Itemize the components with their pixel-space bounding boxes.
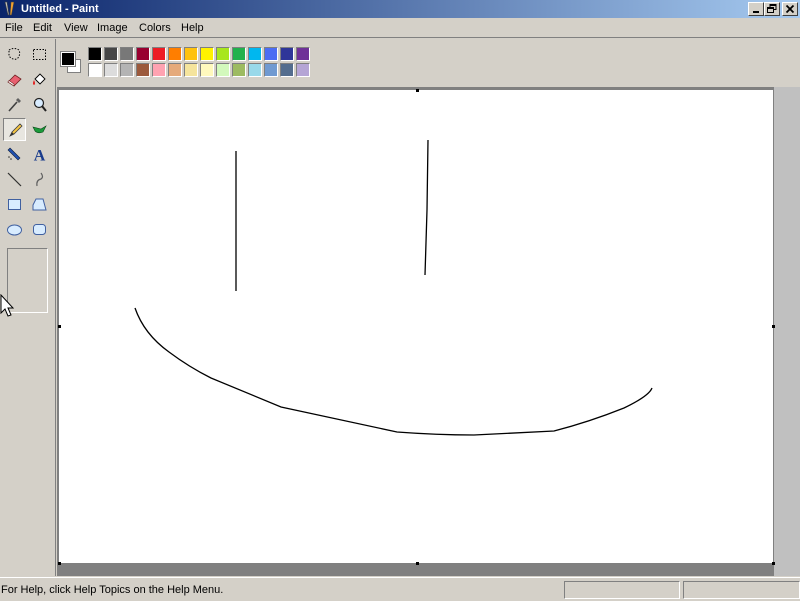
tool-curve[interactable] — [28, 168, 51, 191]
resize-handle-right[interactable] — [772, 325, 775, 328]
drawing — [134, 139, 653, 436]
minimize-icon — [753, 11, 759, 13]
drawing-canvas[interactable] — [59, 90, 773, 563]
status-pane-position — [564, 581, 680, 599]
tool-text[interactable]: A — [28, 143, 51, 166]
resize-handle-bottom-left — [58, 562, 61, 565]
color-swatch[interactable] — [184, 63, 198, 77]
menu-view[interactable]: View — [64, 21, 88, 35]
color-swatch[interactable] — [264, 63, 278, 77]
color-swatch[interactable] — [104, 47, 118, 61]
resize-handle-corner[interactable] — [772, 562, 775, 565]
menu-bar: File Edit View Image Colors Help — [0, 18, 800, 38]
menu-file[interactable]: File — [5, 21, 23, 35]
color-swatch[interactable] — [200, 47, 214, 61]
svg-text:A: A — [34, 148, 46, 164]
smile-stroke — [134, 307, 653, 436]
curve-icon — [36, 172, 44, 187]
color-swatch[interactable] — [136, 63, 150, 77]
color-swatch[interactable] — [216, 47, 230, 61]
close-button[interactable] — [782, 2, 798, 16]
color-swatch[interactable] — [168, 47, 182, 61]
menu-colors[interactable]: Colors — [139, 21, 171, 35]
restore-button[interactable] — [764, 2, 780, 16]
current-colors[interactable] — [57, 47, 85, 75]
color-swatch[interactable] — [296, 63, 310, 77]
free-form-select-icon — [8, 48, 21, 60]
rectangle-icon — [8, 199, 21, 210]
close-icon — [785, 4, 795, 14]
paint-app-icon — [4, 1, 15, 16]
airbrush-icon — [7, 147, 21, 161]
color-swatch[interactable] — [88, 47, 102, 61]
pencil-icon — [9, 123, 23, 137]
color-swatch[interactable] — [168, 63, 182, 77]
line-icon — [7, 172, 22, 187]
magnifier-icon — [33, 97, 47, 112]
color-swatch[interactable] — [104, 63, 118, 77]
color-swatch[interactable] — [264, 47, 278, 61]
select-icon — [33, 49, 46, 60]
ellipse-icon — [7, 224, 22, 236]
color-swatch[interactable] — [152, 63, 166, 77]
color-swatch[interactable] — [232, 63, 246, 77]
color-swatch[interactable] — [248, 47, 262, 61]
restore-icon — [767, 4, 777, 13]
resize-handle-bottom[interactable] — [416, 562, 419, 565]
tool-rectangle[interactable] — [3, 193, 26, 216]
tool-fill-with-color[interactable] — [28, 68, 51, 91]
color-swatch[interactable] — [200, 63, 214, 77]
title-bar: Untitled - Paint — [0, 0, 800, 18]
right-eye-stroke — [424, 139, 429, 276]
color-swatch[interactable] — [184, 47, 198, 61]
foreground-color[interactable] — [60, 51, 76, 67]
color-swatch[interactable] — [296, 47, 310, 61]
tool-magnifier[interactable] — [28, 93, 51, 116]
color-swatch[interactable] — [280, 63, 294, 77]
brush-icon — [32, 125, 47, 134]
resize-handle-left — [58, 325, 61, 328]
status-bar: For Help, click Help Topics on the Help … — [0, 577, 800, 601]
tool-select[interactable] — [28, 43, 51, 66]
tool-polygon[interactable] — [28, 193, 51, 216]
menu-image[interactable]: Image — [97, 21, 128, 35]
tool-pick-color[interactable] — [3, 93, 26, 116]
eraser-icon — [7, 74, 22, 87]
color-swatch[interactable] — [136, 47, 150, 61]
mouse-cursor-icon — [0, 294, 15, 317]
workspace-right-edge — [774, 87, 800, 576]
menu-edit[interactable]: Edit — [33, 21, 52, 35]
tool-pencil[interactable] — [3, 118, 26, 141]
minimize-button[interactable] — [748, 2, 764, 16]
pick-color-icon — [8, 98, 21, 112]
status-help-text: For Help, click Help Topics on the Help … — [1, 584, 224, 596]
color-swatch[interactable] — [216, 63, 230, 77]
tool-eraser[interactable] — [3, 68, 26, 91]
tool-line[interactable] — [3, 168, 26, 191]
tool-ellipse[interactable] — [3, 218, 26, 241]
color-swatch[interactable] — [120, 47, 134, 61]
text-icon: A — [34, 148, 46, 164]
tool-brush[interactable] — [28, 118, 51, 141]
menu-help[interactable]: Help — [181, 21, 204, 35]
resize-handle-top — [416, 89, 419, 92]
color-swatch[interactable] — [152, 47, 166, 61]
rounded-rectangle-icon — [33, 224, 46, 235]
window-title: Untitled - Paint — [21, 3, 99, 15]
status-pane-size — [683, 581, 800, 599]
tool-airbrush[interactable] — [3, 143, 26, 166]
fill-with-color-icon — [33, 73, 46, 85]
tool-free-form-select[interactable] — [3, 43, 26, 66]
tool-rounded-rectangle[interactable] — [28, 218, 51, 241]
color-swatch[interactable] — [88, 63, 102, 77]
color-swatch[interactable] — [280, 47, 294, 61]
polygon-icon — [32, 198, 47, 211]
color-swatch[interactable] — [232, 47, 246, 61]
color-swatch[interactable] — [248, 63, 262, 77]
color-swatch[interactable] — [120, 63, 134, 77]
